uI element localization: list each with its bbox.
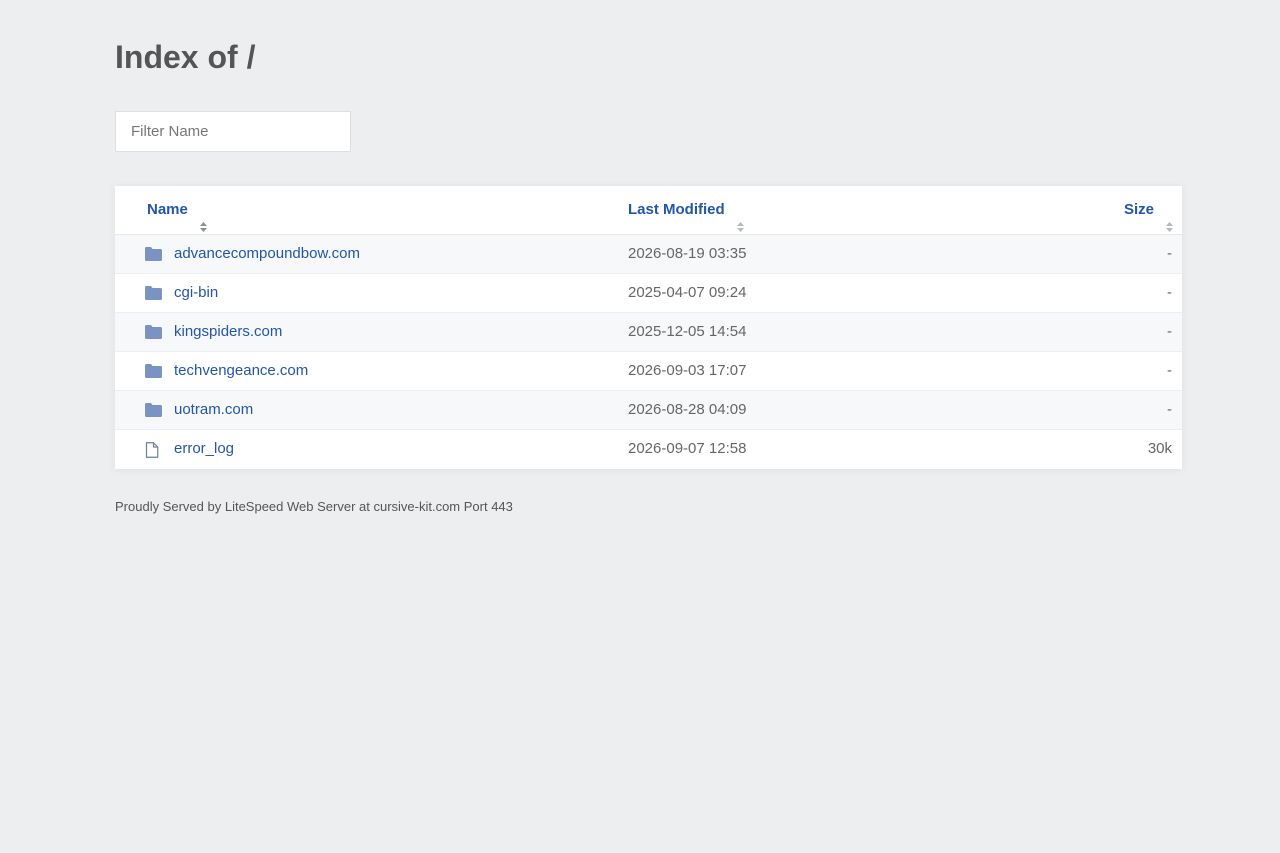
last-modified-value: 2026-08-28 04:09 — [628, 401, 747, 418]
table-row[interactable]: cgi-bin 2025-04-07 09:24 - — [115, 274, 1182, 313]
table-header: Name Last Modified Size — [115, 186, 1182, 235]
folder-icon — [145, 391, 163, 429]
size-value: - — [1167, 245, 1172, 262]
column-header-size[interactable]: Size — [1124, 186, 1173, 234]
last-modified-value: 2026-09-03 17:07 — [628, 362, 747, 379]
file-name-link[interactable]: kingspiders.com — [174, 313, 282, 351]
last-modified-value: 2025-12-05 14:54 — [628, 323, 747, 340]
size-value: - — [1167, 323, 1172, 340]
folder-icon — [145, 235, 163, 273]
file-icon — [145, 430, 163, 468]
file-name-link[interactable]: uotram.com — [174, 391, 253, 429]
column-header-name-label: Name — [147, 201, 188, 218]
column-header-name[interactable]: Name — [147, 186, 207, 234]
server-footer: Proudly Served by LiteSpeed Web Server a… — [115, 499, 513, 514]
last-modified-value: 2026-09-07 12:58 — [628, 440, 747, 457]
table-row[interactable]: uotram.com 2026-08-28 04:09 - — [115, 391, 1182, 430]
file-name-link[interactable]: error_log — [174, 430, 234, 468]
table-row[interactable]: error_log 2026-09-07 12:58 30k — [115, 430, 1182, 469]
sort-icon — [199, 204, 207, 233]
column-header-last-modified[interactable]: Last Modified — [628, 186, 744, 234]
file-name-link[interactable]: cgi-bin — [174, 274, 218, 312]
table-row[interactable]: techvengeance.com 2026-09-03 17:07 - — [115, 352, 1182, 391]
sort-icon — [736, 204, 744, 233]
table-row[interactable]: advancecompoundbow.com 2026-08-19 03:35 … — [115, 235, 1182, 274]
last-modified-value: 2025-04-07 09:24 — [628, 284, 747, 301]
filter-name-input[interactable] — [115, 111, 351, 152]
file-name-link[interactable]: advancecompoundbow.com — [174, 235, 360, 273]
column-header-size-label: Size — [1123, 201, 1154, 218]
folder-icon — [145, 313, 163, 351]
column-header-last-modified-label: Last Modified — [628, 201, 725, 218]
folder-icon — [145, 352, 163, 390]
sort-icon — [1166, 204, 1173, 233]
folder-icon — [145, 274, 163, 312]
table-row[interactable]: kingspiders.com 2025-12-05 14:54 - — [115, 313, 1182, 352]
size-value: - — [1167, 362, 1172, 379]
size-value: 30k — [1147, 440, 1172, 457]
size-value: - — [1167, 401, 1172, 418]
file-name-link[interactable]: techvengeance.com — [174, 352, 308, 390]
last-modified-value: 2026-08-19 03:35 — [628, 245, 747, 262]
table-body: advancecompoundbow.com 2026-08-19 03:35 … — [115, 235, 1182, 469]
page-title: Index of / — [115, 39, 256, 75]
directory-listing-table: Name Last Modified Size advancecompoundb… — [115, 186, 1182, 469]
size-value: - — [1167, 284, 1172, 301]
